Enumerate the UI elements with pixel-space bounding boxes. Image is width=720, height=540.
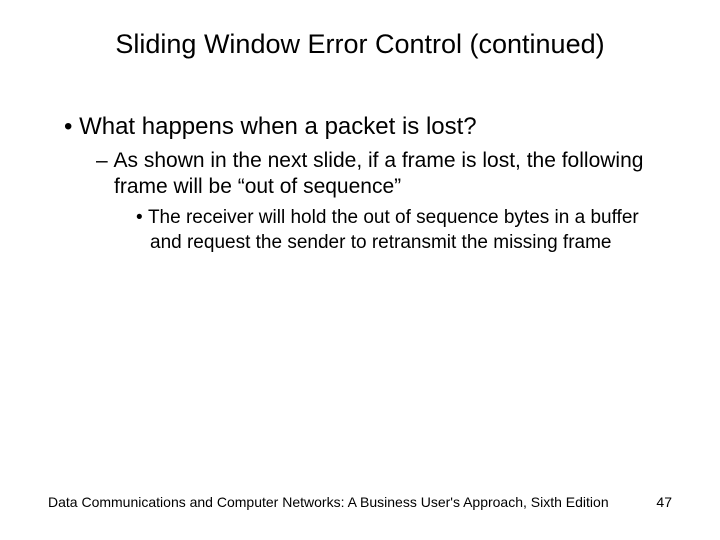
bullet-level3: The receiver will hold the out of sequen… — [136, 206, 672, 255]
bullet-level2: As shown in the next slide, if a frame i… — [96, 148, 672, 201]
slide-title: Sliding Window Error Control (continued) — [48, 28, 672, 62]
bullet-level1: What happens when a packet is lost? — [64, 112, 672, 142]
footer-source: Data Communications and Computer Network… — [48, 494, 609, 510]
slide-footer: Data Communications and Computer Network… — [48, 494, 672, 510]
slide: Sliding Window Error Control (continued)… — [0, 0, 720, 540]
page-number: 47 — [656, 494, 672, 510]
